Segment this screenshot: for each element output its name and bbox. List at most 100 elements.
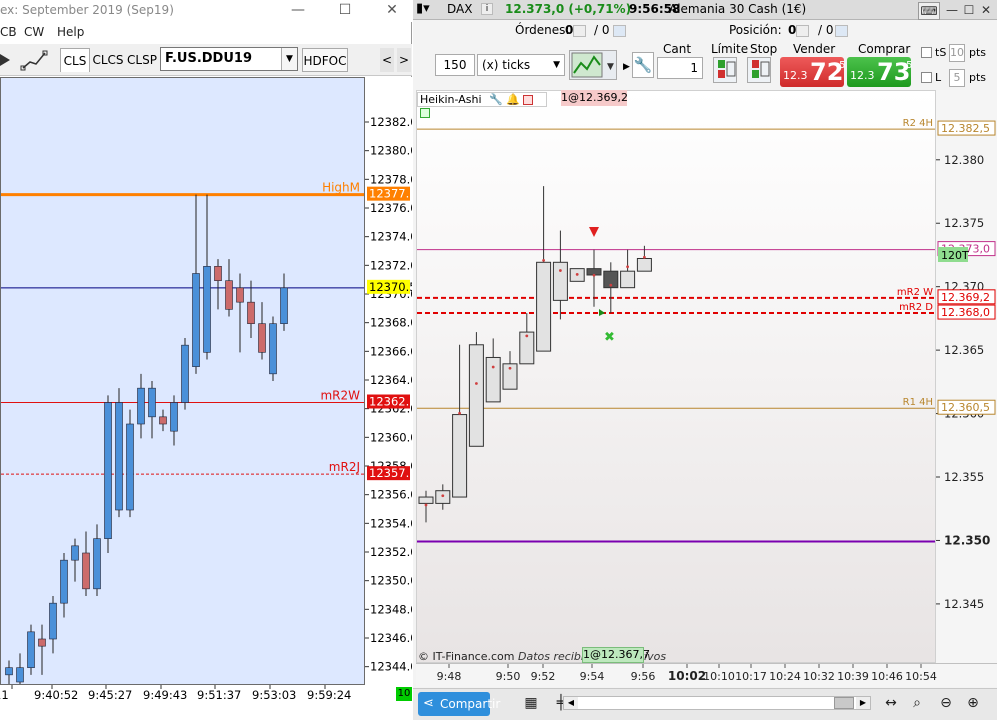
menu-cw[interactable]: CW [24,25,44,39]
symbol-select[interactable]: F.US.DDU19 ▼ [160,47,298,71]
buy-prefix: 12.3 [850,69,875,82]
limit-order-button[interactable] [713,57,737,83]
scroll-right-icon[interactable]: ▶ [856,697,870,709]
share-button[interactable]: ⋖ Compartir [418,692,500,716]
left-window-title: ex: September 2019 (Sep19) [0,3,174,17]
left-y-tick-label: 12368.0 [370,316,412,330]
left-price-tag: 12357.5 [369,466,412,480]
svg-text:▼: ▼ [607,62,614,72]
compress-icon[interactable]: ↔ [881,693,901,713]
close-button[interactable]: ✕ [976,2,996,20]
scroll-thumb[interactable] [834,697,854,709]
zoom-out-icon[interactable]: ⊖ [936,693,956,713]
buy-button[interactable]: 12.3 73 ,5 [847,57,913,87]
left-price-axis[interactable]: 12382.0 12380.0 12378.0 12376.0 12374.0 12372… [365,77,418,685]
right-price-axis[interactable]: 12.38012.37512.37012.36512.36012.35512.3… [936,90,997,663]
left-candle-body [170,402,178,432]
menu-cb[interactable]: CB [0,25,17,39]
wrench-icon[interactable]: 🔧 [632,52,654,78]
tab-clcs[interactable]: CLCS [91,48,125,72]
menu-help[interactable]: Help [57,25,84,39]
window-menu-icon[interactable]: ▮▾ [416,1,430,16]
right-candle-marker [559,269,562,272]
right-x-tick-label: 9:54 [580,670,605,683]
right-price-tag: 12.382,5 [941,122,990,135]
right-y-tick-label: 12.345 [944,597,984,611]
left-level-label: mR2J [329,460,360,474]
nav-left-button[interactable]: < [380,48,394,72]
right-candle-body [552,261,568,301]
ts-checkbox[interactable] [921,47,932,58]
nav-right-button[interactable]: > [397,48,411,72]
left-candle-svg: HighM mR2W mR2J [1,181,364,684]
cursor-tool-icon[interactable] [0,48,14,72]
chart-type-button[interactable]: ▼ [569,50,617,80]
l-label: L [935,71,942,84]
add-indicator-icon[interactable] [420,108,430,118]
minimize-button[interactable]: — [278,0,318,22]
stop-order-button[interactable] [747,57,771,83]
cant-input[interactable]: 1 [657,57,703,79]
collapse-arrow-icon[interactable]: ▶ [623,62,630,72]
right-candle-marker [491,365,495,369]
right-chart-area[interactable]: R2 4H mR2 W mR2 D R1 4H ✖ [416,90,936,663]
sell-button[interactable]: 12.3 72 ,5 [780,57,846,87]
right-candle-body [452,414,468,498]
limit-label: Límite [711,42,749,56]
maximize-button[interactable]: ☐ [325,0,365,22]
right-level-label: mR2 W [897,287,933,298]
left-candle-body [60,559,68,604]
left-y-tick-label: 12352.0 [370,545,412,559]
trend-tool-icon[interactable] [20,48,48,72]
target-marker-icon: ✖ [604,330,615,345]
tab-clsp[interactable]: CLSP [126,48,158,72]
tab-cls[interactable]: CLS [60,48,90,72]
right-y-tick-label: 12.365 [944,343,984,357]
right-y-tick-label: 12.375 [944,216,984,230]
ticks-type-select[interactable]: (x) ticks ▼ [477,54,565,76]
right-candle-body [485,356,501,403]
zoom-area-icon[interactable]: ⌕ [907,693,927,713]
left-candle-body [49,602,57,640]
zoom-in-icon[interactable]: ⊕ [963,693,983,713]
keyboard-icon[interactable]: ⌨ [918,2,940,20]
left-x-tick-label: 9:53:03 [252,688,296,702]
ts-input[interactable]: 10 [949,44,965,62]
wrench-icon[interactable]: 🔧 [489,93,503,106]
pending-order-tag[interactable]: 1@12.369,2 [561,90,628,106]
right-y-tick-label: 12.355 [944,470,984,484]
bell-icon[interactable]: 🔔 [506,93,520,106]
right-time-axis[interactable]: 9:48 9:50 9:52 9:54 9:56 10:02 10:10 10:17 10:24… [416,663,997,687]
ticks-value-input[interactable]: 150 [435,54,475,76]
left-candle-body [16,667,24,683]
buy-decimal: ,5 [903,60,913,71]
chevron-down-icon[interactable]: ▼ [553,55,560,75]
left-y-tick-label: 12346.0 [370,631,412,645]
left-x-tick-label: 9:40:52 [34,688,78,702]
chart-type-icon: ▼ [571,52,614,78]
left-candle-body [115,402,123,511]
l-checkbox[interactable] [921,72,932,83]
left-y-tick-label: 12348.0 [370,602,412,616]
left-chart-area[interactable]: HighM mR2W mR2J [0,77,365,685]
right-level-label: R2 4H [903,118,933,129]
close-indicator-icon[interactable] [523,95,534,105]
l-input[interactable]: 5 [949,69,965,87]
scroll-left-icon[interactable]: ◀ [564,697,578,709]
right-candle-marker [609,283,613,287]
hdfoc-button[interactable]: HDFOC [302,48,348,72]
left-time-axis[interactable]: 11 9:40:52 9:45:27 9:49:43 9:51:37 9:53:03 9:5… [0,685,412,720]
bottom-order-tag[interactable]: 1@12.367,7 [582,647,650,663]
grid-icon[interactable]: ▦ [521,693,541,713]
left-title-bar: ex: September 2019 (Sep19) — ☐ ✕ [0,0,412,22]
chart-scrollbar[interactable]: ◀ ▶ [563,696,871,710]
orders-total: / 0 [594,23,610,37]
left-y-tick-label: 12376.0 [370,201,412,215]
chevron-down-icon[interactable]: ▼ [281,48,297,70]
indicator-bar[interactable]: Heikin-Ashi 🔧 🔔 [417,92,547,118]
right-candle-marker [592,273,596,277]
instrument-name[interactable]: DAX [447,2,472,16]
left-y-tick-label: 12378.0 [370,172,412,186]
position-total: / 0 [818,23,834,37]
close-button[interactable]: ✕ [372,0,412,22]
